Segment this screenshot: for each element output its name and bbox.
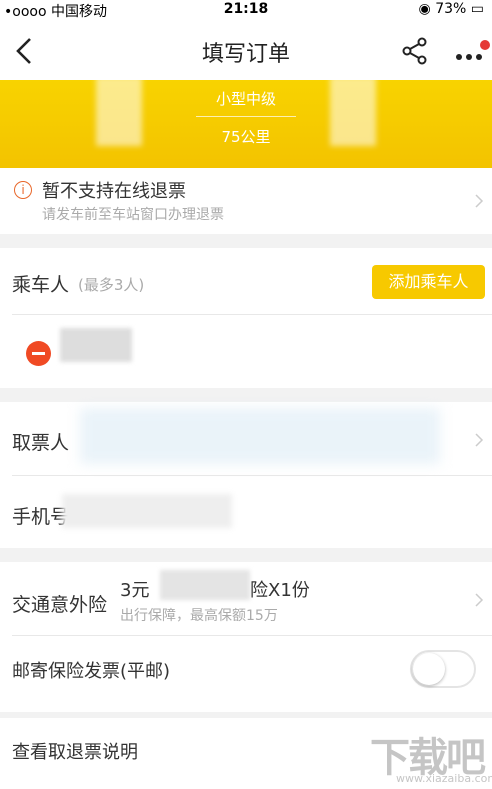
ticket-banner: 小型中级 75公里 <box>0 76 492 168</box>
battery-status: ◉ 73% ▭ <box>419 1 484 17</box>
nav-bar: 填写订单 <box>0 20 492 80</box>
insurance-quantity: 险X1份 <box>250 580 310 601</box>
info-icon: i <box>14 181 32 199</box>
insurance-value[interactable]: 3元 <box>120 576 149 602</box>
blurred-insurance-name <box>160 570 250 600</box>
phone-label: 手机号 <box>12 506 70 528</box>
more-icon[interactable] <box>456 46 482 65</box>
blurred-pickup-name <box>80 408 440 464</box>
refund-info-label: 查看取退票说明 <box>12 742 138 763</box>
battery-percent: 73% <box>435 1 467 17</box>
chevron-right-icon <box>474 193 484 213</box>
alarm-icon: ◉ <box>418 1 431 17</box>
battery-icon: ▭ <box>470 1 484 17</box>
blurred-phone-number <box>62 494 232 528</box>
watermark: 下载吧 www.xiazaiba.com <box>370 725 492 787</box>
pickup-label[interactable]: 取票人 <box>12 428 69 455</box>
chevron-right-icon <box>474 432 484 452</box>
row-divider <box>12 314 492 315</box>
banner-divider <box>196 116 296 117</box>
share-icon[interactable] <box>402 37 428 69</box>
toggle-knob <box>413 653 445 685</box>
watermark-url: www.xiazaiba.com <box>396 772 492 785</box>
insurance-desc: 出行保障，最高保额15万 <box>120 608 278 624</box>
remove-passenger-icon[interactable] <box>26 341 51 366</box>
refund-subtitle: 请发车前至车站窗口办理退票 <box>42 207 224 223</box>
row-divider <box>12 475 492 476</box>
insurance-label: 交通意外险 <box>12 594 108 616</box>
passenger-hint: (最多3人) <box>78 276 145 294</box>
distance: 75公里 <box>221 128 271 146</box>
status-bar: •oooo 中国移动 21:18 ◉ 73% ▭ <box>0 0 492 20</box>
row-divider <box>12 635 492 636</box>
chevron-right-icon <box>474 592 484 612</box>
blurred-passenger-name <box>60 328 132 362</box>
passenger-label: 乘车人 <box>12 274 70 296</box>
invoice-label: 邮寄保险发票(平邮) <box>12 661 171 682</box>
notification-dot <box>480 40 490 50</box>
invoice-toggle[interactable] <box>410 650 476 688</box>
add-passenger-button[interactable]: 添加乘车人 <box>372 265 485 299</box>
refund-title: 暂不支持在线退票 <box>42 181 186 202</box>
car-type: 小型中级 <box>215 90 276 108</box>
